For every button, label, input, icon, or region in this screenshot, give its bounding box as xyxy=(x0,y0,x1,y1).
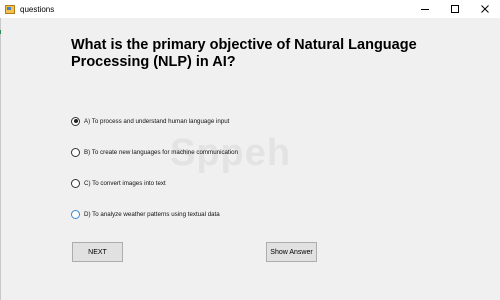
option-c[interactable]: C) To convert images into text xyxy=(71,177,166,189)
question-text: What is the primary objective of Natural… xyxy=(71,37,417,70)
option-b[interactable]: B) To create new languages for machine c… xyxy=(71,146,238,158)
option-a-radio[interactable] xyxy=(71,116,80,126)
option-a[interactable]: A) To process and understand human langu… xyxy=(71,115,229,127)
minimize-icon xyxy=(421,9,429,10)
show-answer-button[interactable]: Show Answer xyxy=(266,242,317,262)
app-form-icon xyxy=(5,4,15,14)
maximize-icon xyxy=(451,5,459,13)
window-controls xyxy=(410,0,500,18)
option-d-label[interactable]: D) To analyze weather patterns using tex… xyxy=(84,211,220,218)
option-a-label[interactable]: A) To process and understand human langu… xyxy=(84,118,229,125)
title-bar: questions xyxy=(0,0,500,18)
option-c-radio[interactable] xyxy=(71,178,80,188)
option-d[interactable]: D) To analyze weather patterns using tex… xyxy=(71,208,220,220)
close-button[interactable] xyxy=(470,0,500,18)
option-b-radio[interactable] xyxy=(71,147,80,157)
window-edge-accent xyxy=(0,30,1,34)
option-d-radio[interactable] xyxy=(71,209,80,219)
next-button[interactable]: NEXT xyxy=(72,242,123,262)
option-c-label[interactable]: C) To convert images into text xyxy=(84,180,166,187)
minimize-button[interactable] xyxy=(410,0,440,18)
close-icon xyxy=(481,5,489,13)
window-title: questions xyxy=(20,4,55,14)
maximize-button[interactable] xyxy=(440,0,470,18)
option-b-label[interactable]: B) To create new languages for machine c… xyxy=(84,149,238,156)
window-left-border xyxy=(0,18,1,300)
